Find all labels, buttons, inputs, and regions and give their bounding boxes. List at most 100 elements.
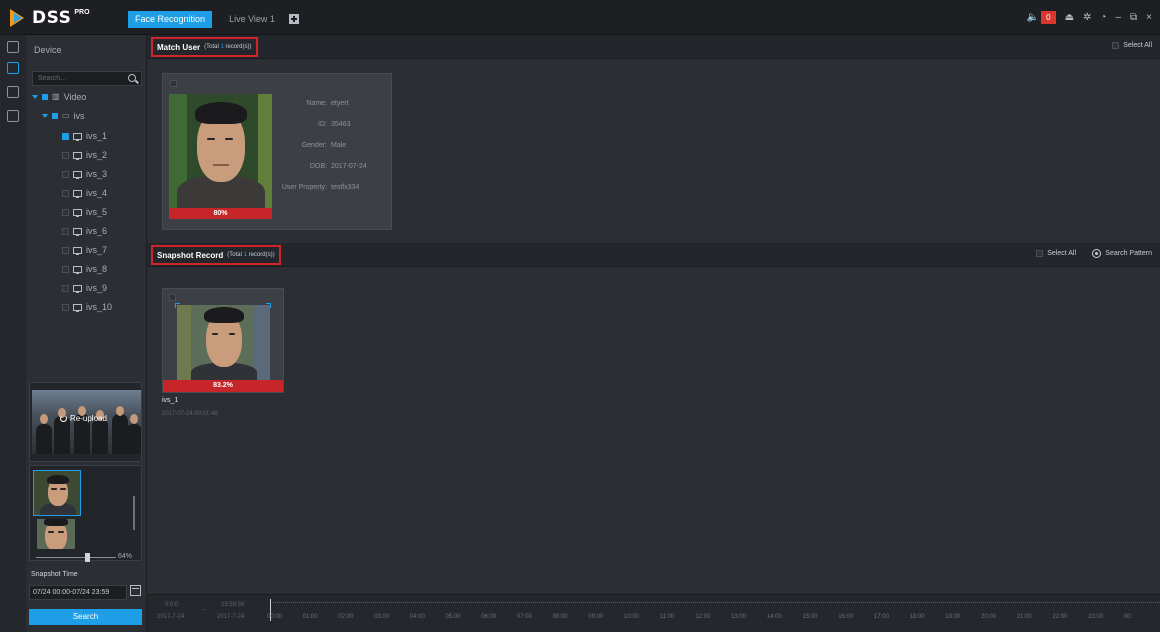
search-pattern-button[interactable]: Search Pattern [1092,249,1152,258]
select-all-label: Select All [1047,250,1076,257]
channel-checkbox[interactable] [62,132,69,140]
device-title: Device [34,45,62,55]
performance-icon[interactable]: ◔ [1100,12,1106,23]
select-all-checkbox[interactable] [1036,250,1044,257]
face-thumbnail-selected[interactable] [33,470,81,516]
channel-checkbox[interactable] [62,208,69,216]
tree-channel-item[interactable]: ivs_7 [62,243,107,257]
tree-channel-item[interactable]: ivs_1 [62,129,107,143]
info-value: etyert [331,100,349,107]
database-icon[interactable] [7,86,19,98]
channel-label: ivs_3 [86,169,108,179]
tree-group-ivs[interactable]: ▭ ivs [42,109,85,123]
camera-icon [73,189,82,198]
search-button[interactable]: Search [29,609,142,625]
channel-checkbox[interactable] [62,170,69,178]
face-device-icon[interactable] [7,41,19,53]
detect-corner [175,303,180,308]
root-check[interactable] [42,94,48,100]
info-key: DOB: [309,163,327,170]
snapshot-time-field[interactable]: 07/24 00:00-07/24 23:59 [29,585,127,600]
tree-channel-item[interactable]: ivs_2 [62,148,107,162]
tab-live-view-1[interactable]: Live View 1 [222,11,282,28]
restore-button[interactable]: ⧉ [1130,12,1137,23]
minimize-button[interactable]: – [1115,12,1121,23]
tab-face-recognition[interactable]: Face Recognition [128,11,212,28]
channel-checkbox[interactable] [62,246,69,254]
tree-channel-item[interactable]: ivs_5 [62,205,107,219]
camera-icon [73,132,82,141]
channel-checkbox[interactable] [62,151,69,159]
tree-root-label: Video [63,92,87,102]
timeline-hour-label: 08:00 [552,614,568,620]
timeline[interactable]: 0:0:0 2017-7-24 – 23:59:59 2017-7-24 00:… [147,594,1160,632]
face-search-icon[interactable] [7,62,19,74]
main-area: Match User (Total 1 record(s)) Select Al… [147,35,1160,632]
timeline-hour-label: 10:00 [624,614,640,620]
user-icon[interactable]: ⏏ [1065,12,1074,23]
face-thumbnail[interactable] [37,519,75,549]
expand-icon[interactable] [42,114,48,118]
tree-root-video[interactable]: ▥ Video [32,90,86,104]
timeline-hour-label: 16:00 [838,614,854,620]
snapshot-channel: ivs_1 [162,397,179,404]
calendar-icon[interactable] [130,585,141,596]
select-all-checkbox[interactable] [1112,42,1120,49]
add-tab-icon[interactable] [289,14,299,24]
tree-channel-item[interactable]: ivs_3 [62,167,107,181]
tree-channel-item[interactable]: ivs_9 [62,281,107,295]
report-icon[interactable] [7,110,19,122]
timeline-hour-label: 21:00 [1016,614,1032,620]
section-title: Snapshot Record [157,250,224,260]
reupload-button[interactable]: Re-upload [60,414,107,423]
device-search-input[interactable] [38,73,118,84]
tree-channel-item[interactable]: ivs_6 [62,224,107,238]
tree-channel-item[interactable]: ivs_10 [62,300,112,314]
tree-channel-item[interactable]: ivs_8 [62,262,107,276]
group-check[interactable] [52,113,58,119]
range-end-date: 2017-7-24 [217,614,245,620]
range-start-date: 2017-7-24 [157,614,185,620]
gear-icon[interactable]: ✲ [1083,12,1091,23]
expand-icon[interactable] [32,95,38,99]
timeline-hour-label: 15:00 [802,614,818,620]
detect-corner [266,303,271,308]
thumbnail-scrollbar[interactable] [133,496,135,530]
alarm-indicator[interactable]: 🔈 0 [1027,11,1056,24]
search-pattern-label: Search Pattern [1105,250,1152,257]
similarity-slider[interactable] [36,553,116,562]
record-count: (Total 1 record(s)) [227,252,275,258]
info-row: DOB: 2017-07-24 [278,160,388,181]
match-user-card[interactable]: 80% Name: etyert ID: 35463 Gender: Male DOB: 20… [162,73,392,230]
close-button[interactable]: × [1146,12,1152,23]
info-key: Name: [306,100,327,107]
snapshot-time-label: Snapshot Time [31,571,78,578]
match-score: 80% [169,208,272,219]
device-search [32,71,142,86]
channel-checkbox[interactable] [62,265,69,273]
search-icon[interactable] [128,74,136,82]
snapshot-select-all[interactable]: Select All [1036,250,1076,257]
app-logo: DSS PRO [10,8,90,28]
snapshot-card[interactable]: 83.2% [162,288,284,393]
card-checkbox[interactable] [170,80,177,87]
camera-icon [73,265,82,274]
info-value: testfx334 [331,184,360,191]
card-checkbox[interactable] [169,294,176,301]
channel-label: ivs_1 [86,131,108,141]
upload-area[interactable]: Re-upload [29,382,142,462]
tree-channel-item[interactable]: ivs_4 [62,186,107,200]
timeline-hour-label: 02:00 [338,614,354,620]
channel-checkbox[interactable] [62,189,69,197]
record-count: (Total 1 record(s)) [204,44,252,50]
slider-knob[interactable] [85,553,90,562]
match-select-all[interactable]: Select All [1112,42,1152,49]
channel-label: ivs_6 [86,226,108,236]
match-info: Name: etyert ID: 35463 Gender: Male DOB: 2017-0… [278,97,388,202]
channel-checkbox[interactable] [62,227,69,235]
timeline-hour-label: 23:00 [1088,614,1104,620]
face-thumbnails [29,465,142,561]
camera-icon [73,208,82,217]
channel-checkbox[interactable] [62,284,69,292]
channel-checkbox[interactable] [62,303,69,311]
